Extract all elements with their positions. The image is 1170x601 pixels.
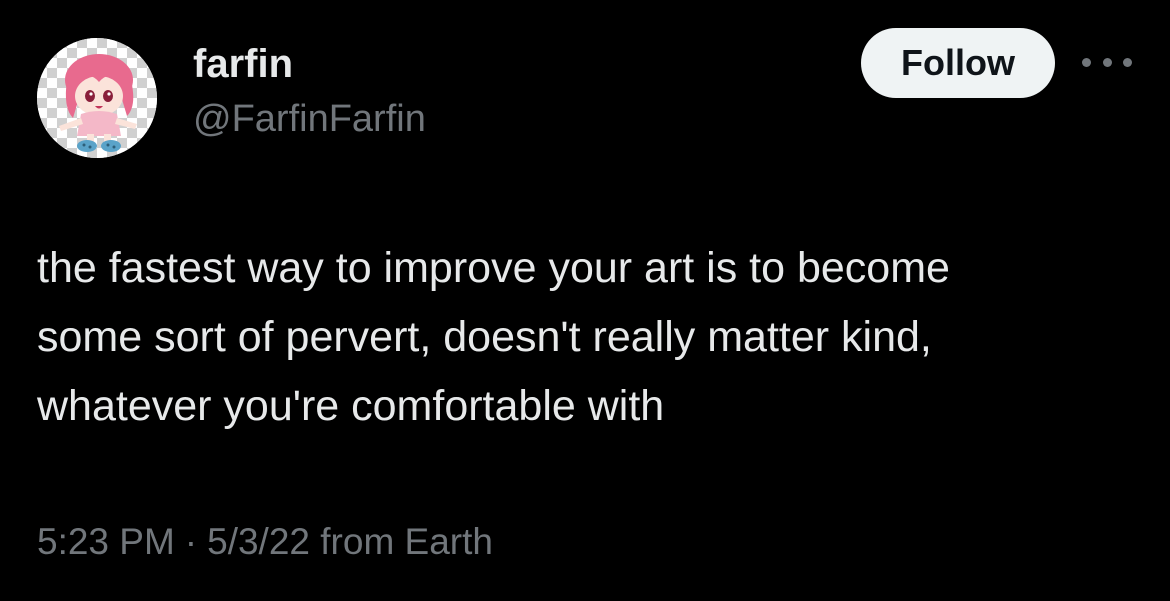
avatar[interactable] — [37, 38, 157, 158]
more-dot — [1082, 57, 1091, 67]
more-dot — [1123, 57, 1132, 67]
follow-button[interactable]: Follow — [861, 28, 1055, 98]
author-display-name[interactable]: farfin — [193, 40, 293, 88]
tweet-time[interactable]: 5:23 PM — [37, 521, 175, 562]
tweet-date-source[interactable]: 5/3/22 from Earth — [207, 521, 493, 562]
tweet-text-line: the fastest way to improve your art is t… — [37, 244, 950, 292]
meta-separator: · — [184, 521, 198, 562]
tweet-text-line: some sort of pervert, doesn't really mat… — [37, 313, 932, 361]
tweet-meta: 5:23 PM · 5/3/22 from Earth — [37, 518, 493, 566]
more-dot — [1102, 57, 1112, 67]
author-handle[interactable]: @FarfinFarfin — [193, 96, 426, 142]
tweet-card: farfin @FarfinFarfin Follow the fastest … — [0, 0, 1170, 601]
avatar-image — [37, 38, 157, 158]
more-horizontal-icon[interactable] — [1082, 50, 1132, 74]
tweet-text-line: whatever you're comfortable with — [37, 382, 665, 430]
tweet-text: the fastest way to improve your art is t… — [37, 234, 1147, 441]
